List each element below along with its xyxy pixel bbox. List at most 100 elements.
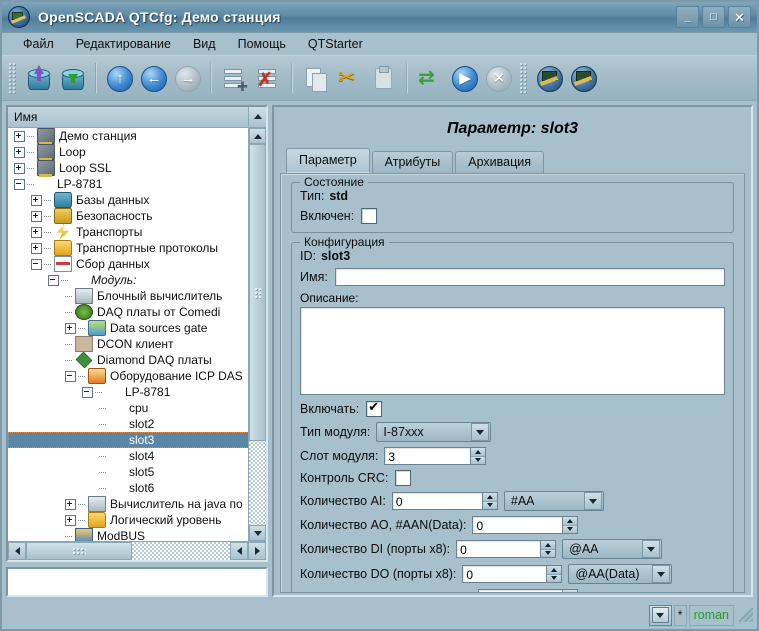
toolbar-grip[interactable]: [8, 62, 17, 94]
menu-edit[interactable]: Редактирование: [65, 35, 182, 53]
sort-ascending-icon[interactable]: [248, 107, 266, 126]
ai-input[interactable]: 0: [392, 492, 482, 510]
scroll-thumb[interactable]: [249, 144, 266, 441]
add-node-button[interactable]: ✚: [217, 61, 251, 95]
ao-spinner[interactable]: 0: [472, 516, 578, 534]
hscroll-left-button[interactable]: [8, 542, 26, 560]
chevron-down-icon[interactable]: [642, 540, 660, 558]
di-format-combo[interactable]: @AA: [562, 539, 662, 559]
do-format-combo[interactable]: @AA(Data): [568, 564, 672, 584]
stepper-up-icon[interactable]: [547, 566, 561, 575]
scroll-down-button[interactable]: [249, 525, 266, 541]
tree-item-cpu[interactable]: cpu: [8, 400, 249, 416]
collapse-icon[interactable]: [82, 387, 93, 398]
collapse-icon[interactable]: [65, 371, 76, 382]
crc-checkbox[interactable]: [395, 470, 411, 486]
tree-item-diamond-daq[interactable]: Diamond DAQ платы: [8, 352, 249, 368]
cut-button[interactable]: ✂: [332, 61, 366, 95]
ai-stepper[interactable]: [482, 492, 498, 510]
hscroll-right-button[interactable]: [230, 542, 248, 560]
expand-icon[interactable]: [31, 195, 42, 206]
collapse-icon[interactable]: [31, 259, 42, 270]
do-input[interactable]: 0: [462, 565, 546, 583]
module-slot-stepper[interactable]: [470, 447, 486, 465]
stepper-down-icon[interactable]: [547, 575, 561, 583]
module-slot-spinner[interactable]: 3: [384, 447, 486, 465]
stepper-up-icon[interactable]: [563, 590, 577, 593]
expand-icon[interactable]: [65, 323, 76, 334]
tree-item-slot2[interactable]: slot2: [8, 416, 249, 432]
ai-format-combo[interactable]: #AA: [504, 491, 604, 511]
tree-item-[interactable]: Модуль:: [8, 272, 249, 288]
stepper-up-icon[interactable]: [471, 448, 485, 457]
do-spinner[interactable]: 0: [462, 565, 562, 583]
delete-node-button[interactable]: ✗: [251, 61, 285, 95]
stepper-down-icon[interactable]: [541, 550, 555, 558]
tree-rows[interactable]: Демо станцияLoopLoop SSLLP-8781Базы данн…: [8, 128, 249, 541]
status-combo-button[interactable]: [649, 605, 672, 626]
tree-item-slot6[interactable]: slot6: [8, 480, 249, 496]
start-button[interactable]: ▶: [447, 61, 481, 95]
module-slot-input[interactable]: 3: [384, 447, 470, 465]
scroll-up-button[interactable]: [249, 128, 266, 144]
refresh-button[interactable]: ⇄: [413, 61, 447, 95]
tree-item-slot3[interactable]: slot3: [8, 432, 249, 448]
tree-item-loop-ssl[interactable]: Loop SSL: [8, 160, 249, 176]
counters-stepper[interactable]: [562, 589, 578, 593]
ao-stepper[interactable]: [562, 516, 578, 534]
expand-icon[interactable]: [65, 499, 76, 510]
stepper-down-icon[interactable]: [483, 502, 497, 510]
expand-icon[interactable]: [31, 211, 42, 222]
tree-item-[interactable]: Транспортные протоколы: [8, 240, 249, 256]
counters-input[interactable]: 0: [478, 589, 562, 593]
tree-item-[interactable]: Демо станция: [8, 128, 249, 144]
tree-item-java[interactable]: Вычислитель на java по: [8, 496, 249, 512]
tree-item-[interactable]: Логический уровень: [8, 512, 249, 528]
enable-checkbox[interactable]: [366, 401, 382, 417]
tree-horizontal-scrollbar[interactable]: [8, 541, 266, 560]
vision-button[interactable]: [566, 61, 600, 95]
expand-icon[interactable]: [31, 227, 42, 238]
expand-icon[interactable]: [65, 515, 76, 526]
tree-item-data-sources-gate[interactable]: Data sources gate: [8, 320, 249, 336]
tree-item-dcon[interactable]: DCON клиент: [8, 336, 249, 352]
tab-parameter[interactable]: Параметр: [286, 148, 370, 173]
stepper-up-icon[interactable]: [541, 541, 555, 550]
stepper-up-icon[interactable]: [563, 517, 577, 526]
go-up-button[interactable]: ↑: [102, 61, 136, 95]
menu-view[interactable]: Вид: [182, 35, 227, 53]
copy-button[interactable]: [298, 61, 332, 95]
name-input[interactable]: [335, 268, 725, 286]
tree-item-[interactable]: Безопасность: [8, 208, 249, 224]
expand-icon[interactable]: [14, 147, 25, 158]
do-stepper[interactable]: [546, 565, 562, 583]
tree-item-loop[interactable]: Loop: [8, 144, 249, 160]
tab-attributes[interactable]: Атрибуты: [372, 151, 454, 173]
tree-item-[interactable]: Блочный вычислитель: [8, 288, 249, 304]
tree-item-icp-das[interactable]: Оборудование ICP DAS: [8, 368, 249, 384]
enabled-checkbox[interactable]: [361, 208, 377, 224]
tree-filter-input[interactable]: [6, 567, 268, 597]
qtcfg-button[interactable]: [532, 61, 566, 95]
save-to-db-button[interactable]: [55, 61, 89, 95]
menu-qtstarter[interactable]: QTStarter: [297, 35, 374, 53]
di-spinner[interactable]: 0: [456, 540, 556, 558]
stepper-up-icon[interactable]: [483, 493, 497, 502]
collapse-icon[interactable]: [48, 275, 59, 286]
chevron-down-icon[interactable]: [584, 492, 602, 510]
maximize-button[interactable]: □: [702, 6, 725, 28]
module-type-combo[interactable]: I-87xxx: [376, 422, 491, 442]
minimize-button[interactable]: _: [676, 6, 699, 28]
expand-icon[interactable]: [14, 163, 25, 174]
stepper-down-icon[interactable]: [563, 526, 577, 534]
tree-item-[interactable]: Транспорты: [8, 224, 249, 240]
tree-vertical-scrollbar[interactable]: [248, 128, 266, 541]
tab-archiving[interactable]: Архивация: [455, 151, 544, 173]
tree-item-daq-comedi[interactable]: DAQ платы от Comedi: [8, 304, 249, 320]
di-stepper[interactable]: [540, 540, 556, 558]
ao-input[interactable]: 0: [472, 516, 562, 534]
tree-item-[interactable]: Базы данных: [8, 192, 249, 208]
current-user[interactable]: roman: [689, 605, 734, 626]
expand-icon[interactable]: [14, 131, 25, 142]
close-button[interactable]: ✕: [728, 6, 751, 28]
